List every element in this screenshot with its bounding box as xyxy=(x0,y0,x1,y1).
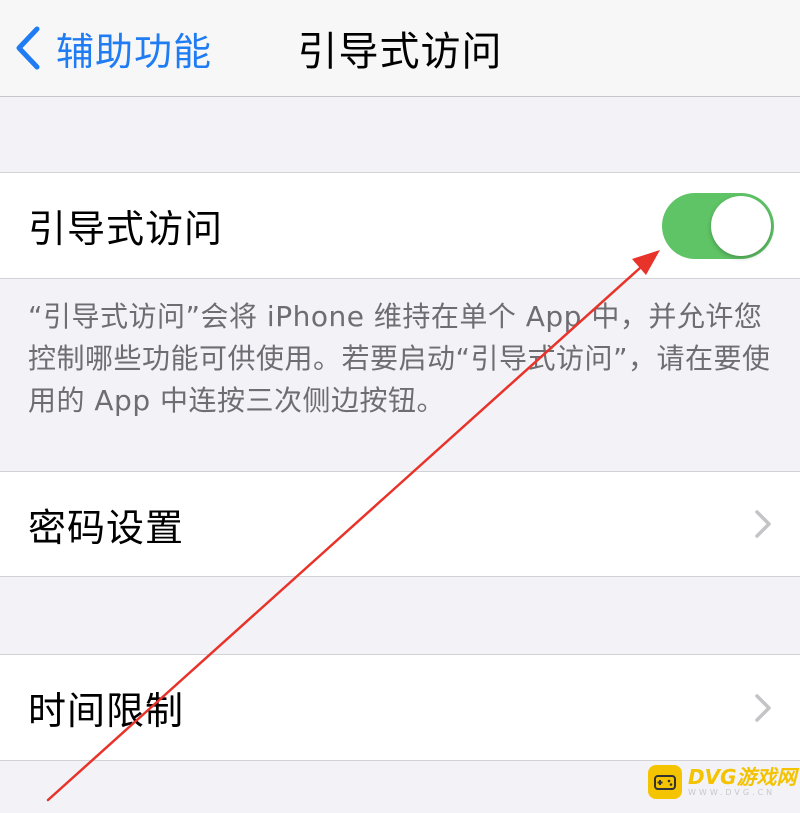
guided-access-description: “引导式访问”会将 iPhone 维持在单个 App 中，并允许您控制哪些功能可… xyxy=(28,300,771,417)
navigation-bar: 辅助功能 引导式访问 xyxy=(0,0,800,97)
passcode-settings-label: 密码设置 xyxy=(28,505,185,550)
passcode-settings-row[interactable]: 密码设置 xyxy=(0,471,800,577)
guided-access-row: 引导式访问 xyxy=(0,172,800,279)
watermark: DVG游戏网 WWW.DVG.CN xyxy=(648,765,797,799)
guided-access-toggle[interactable] xyxy=(662,193,774,259)
guided-access-label: 引导式访问 xyxy=(28,207,224,251)
watermark-url: WWW.DVG.CN xyxy=(688,788,776,797)
chevron-right-icon xyxy=(752,472,774,576)
page-title: 引导式访问 xyxy=(297,29,503,75)
gamepad-icon xyxy=(648,765,682,799)
time-limits-row[interactable]: 时间限制 xyxy=(0,654,800,761)
toggle-knob xyxy=(711,196,771,256)
watermark-title: DVG游戏网 xyxy=(688,765,797,789)
time-limits-label: 时间限制 xyxy=(28,689,185,733)
chevron-right-icon xyxy=(752,655,774,760)
